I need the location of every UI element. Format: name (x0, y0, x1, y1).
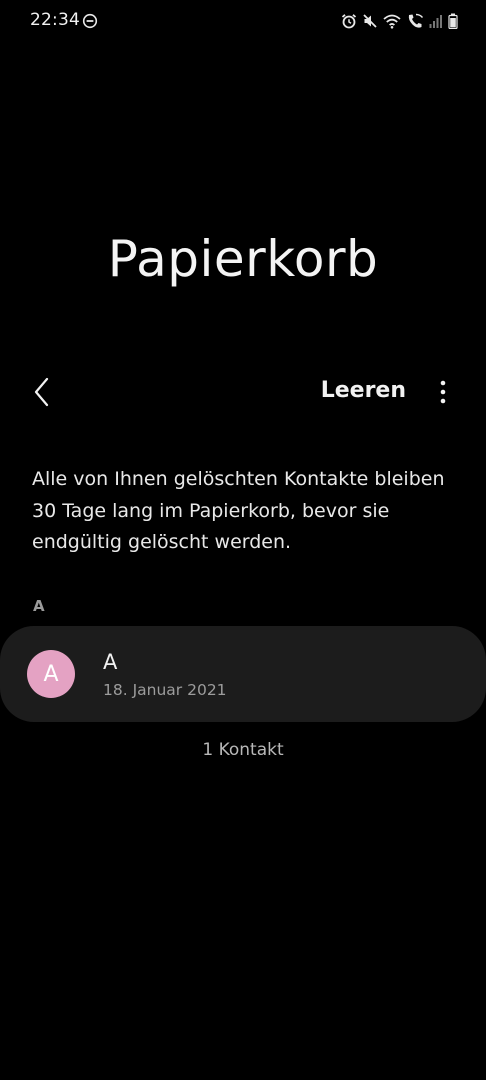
status-time: 22:34 (30, 10, 80, 30)
contact-deleted-date: 18. Januar 2021 (103, 681, 227, 699)
wifi-icon (383, 13, 401, 29)
status-icons (341, 11, 458, 31)
page-title: Papierkorb (107, 229, 379, 288)
do-not-disturb-icon (82, 13, 98, 29)
mute-icon (362, 13, 378, 29)
avatar: A (27, 650, 75, 698)
contact-name: A (103, 650, 118, 674)
trash-info-text: Alle von Ihnen gelöschten Kontakte bleib… (32, 468, 445, 553)
contact-count: 1 Kontakt (202, 740, 284, 760)
contact-list-item[interactable]: A A 18. Januar 2021 (0, 626, 486, 722)
status-bar: 22:34 (0, 0, 486, 44)
chevron-left-icon (32, 377, 52, 411)
more-vertical-icon (440, 380, 446, 408)
alarm-icon (341, 13, 357, 29)
more-options-button[interactable] (428, 376, 458, 412)
battery-icon (448, 13, 458, 29)
wifi-calling-icon (406, 13, 424, 29)
signal-icon (429, 14, 443, 28)
empty-trash-button[interactable]: Leeren (321, 378, 406, 403)
section-header: A (33, 597, 45, 615)
back-button[interactable] (22, 374, 62, 414)
